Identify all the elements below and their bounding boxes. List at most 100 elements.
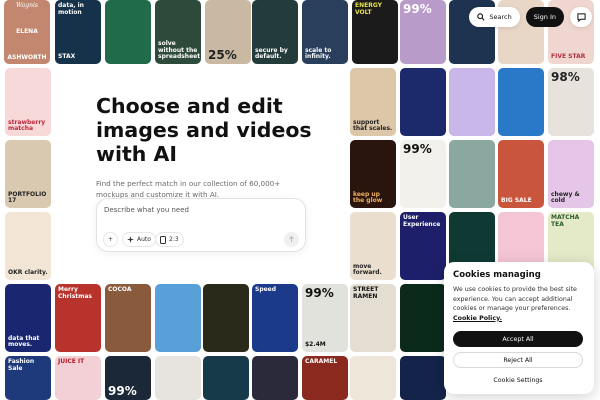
cookie-title: Cookies managing [453,270,541,280]
ratio-button[interactable]: 2:3 [155,232,184,247]
tile-caption-top: ENERGY VOLT [355,2,382,16]
hero-title: Choose and edit images and videos with A… [96,94,312,166]
tile-chewy[interactable]: chewy & cold [548,140,594,208]
tile-caption-top: MATCHA TEA [551,214,580,228]
tile-caption-bottom: data that moves. [8,334,40,349]
tile-beige[interactable] [350,356,396,400]
sign-in-label: Sign In [533,13,556,21]
tile-caption-top: JUICE IT [58,358,85,365]
tile-caption-top: Fashion Sale [8,358,35,372]
tile-ninety-tape[interactable]: 99% [400,140,446,208]
top-bar: Search Sign In [469,7,592,27]
tile-caption-bottom: $2.4M [305,341,326,349]
tile-speed[interactable]: Speed [252,284,298,352]
tile-juice[interactable]: JUICE IT [55,356,101,400]
tile-caption-bottom: PORTFOLIO 17 [8,190,47,205]
tile-chat-ui[interactable] [498,68,544,136]
tile-fashion[interactable]: Fashion Sale [5,356,51,400]
tile-caption-bottom: move forward. [353,262,382,277]
tile-caption-bottom: BIG SALE [501,197,532,205]
tile-caption-top: 99% [305,286,334,300]
tile-blue-dark[interactable] [400,356,446,400]
accept-all-button[interactable]: Accept All [453,331,583,347]
cookie-policy-link[interactable]: Cookie Policy. [453,315,502,322]
tile-data-motion[interactable]: data, in motion STAX [55,0,101,64]
hero-section: Choose and edit images and videos with A… [96,94,346,200]
tile-scale[interactable]: scale to infinity. [302,0,348,64]
sign-in-button[interactable]: Sign In [525,7,564,27]
tile-caption-top: 99% [403,142,432,156]
tile-hand-phone[interactable] [449,68,495,136]
sparkle-icon [127,236,134,243]
search-icon [477,13,485,21]
tile-phone-blue[interactable] [400,68,446,136]
prompt-box: + Auto 2:3 [96,198,306,252]
tile-caption-top: Merry Christmas [58,286,93,300]
tile-aurora[interactable] [400,284,446,352]
tile-hand-phone-2[interactable] [155,284,201,352]
tile-ux[interactable]: User Experience [400,212,446,280]
reject-all-button[interactable]: Reject All [453,352,583,368]
tile-dark-laptop[interactable] [252,356,298,400]
tile-data-moves[interactable]: data that moves. [5,284,51,352]
tile-caption-bottom: support that scales. [353,118,393,133]
search-button[interactable]: Search [469,7,520,27]
tile-logo-mark: Wagnis [16,2,38,9]
tile-caption-bottom: STAX [58,53,76,61]
ratio-icon [160,235,166,244]
tile-watch[interactable] [449,140,495,208]
tile-person[interactable]: 25% [205,0,251,64]
tile-caption-top: Speed [255,286,277,293]
tile-strawberry[interactable]: strawberry matcha [5,68,51,136]
tile-caption-bottom: 99% [108,384,137,398]
tile-support[interactable]: support that scales. [350,68,396,136]
tile-ninety-bottom[interactable]: 99% [105,356,151,400]
tile-ramen[interactable]: STREET RAMEN [350,284,396,352]
tile-dark-ui[interactable] [203,356,249,400]
tile-caption-bottom: OKR clarity. [8,269,48,277]
tile-caption-top: STREET RAMEN [353,286,379,300]
tile-caption-top: data, in motion [58,2,84,16]
tile-ninety-top[interactable]: 99% [400,0,446,64]
tile-move[interactable]: move forward. [350,212,396,280]
ratio-label: 2:3 [169,236,179,243]
tile-caption-bottom: chewy & cold [551,190,580,205]
tile-caramel[interactable]: CARAMEL [302,356,348,400]
add-button[interactable]: + [103,232,118,247]
tile-ai[interactable] [105,0,151,64]
search-label: Search [489,13,512,21]
tile-caption-bottom: secure by default. [255,46,288,61]
tile-okr[interactable]: OKR clarity. [5,212,51,280]
tile-caption-bottom: solve without the spreadsheet [158,40,201,61]
tile-caption-bottom: scale to infinity. [305,46,332,61]
tile-price[interactable]: 99% $2.4M [302,284,348,352]
tile-secure[interactable]: secure by default. [252,0,298,64]
tile-christmas[interactable]: Merry Christmas [55,284,101,352]
cookie-body: We use cookies to provide the best site … [453,286,577,312]
tile-caption-bottom: keep up the glow [353,190,383,205]
tile-caption-top: 98% [551,70,580,84]
tile-energy[interactable]: ENERGY VOLT [352,0,398,64]
prompt-input[interactable] [104,206,300,214]
tile-star[interactable] [155,356,201,400]
tile-cocoa[interactable]: COCOA [105,284,151,352]
tile-perfume[interactable] [203,284,249,352]
tile-keep[interactable]: keep up the glow [350,140,396,208]
tile-room[interactable]: 98% [548,68,594,136]
auto-button[interactable]: Auto [122,232,156,247]
tile-portfolio[interactable]: PORTFOLIO 17 [5,140,51,208]
tile-caption-bottom: FIVE STAR [551,53,586,61]
tile-caption-bottom: 25% [208,48,237,62]
chat-button[interactable] [570,7,592,27]
cookie-settings-button[interactable]: Cookie Settings [453,374,583,386]
tile-caption-top: COCOA [108,286,132,293]
auto-label: Auto [137,236,151,243]
cookie-text: We use cookies to provide the best site … [453,285,585,323]
send-button[interactable] [284,232,299,247]
tile-silo[interactable]: solve without the spreadsheet [155,0,201,64]
page-root: Wagnis ELENA ASHWORTH data, in motion STAX … [0,0,600,400]
hero-subtitle: Find the perfect match in our collection… [96,179,281,199]
tile-caption: ELENA [16,27,38,35]
tile-big-sale[interactable]: BIG SALE [498,140,544,208]
tile-logo[interactable]: Wagnis ELENA ASHWORTH [4,0,50,64]
